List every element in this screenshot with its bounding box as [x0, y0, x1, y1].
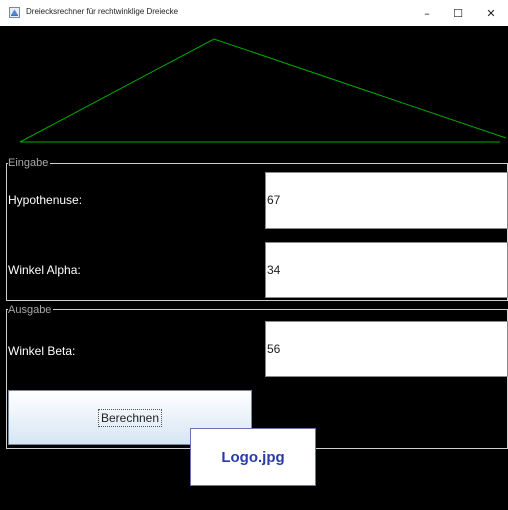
hypotenuse-label: Hypothenuse: [8, 193, 83, 207]
ausgabe-legend: Ausgabe [8, 304, 54, 316]
close-icon: ✕ [486, 6, 496, 20]
java-app-icon [9, 7, 20, 18]
hypotenuse-input[interactable]: 67 [265, 172, 508, 229]
minimize-icon: – [424, 6, 430, 20]
window-title: Dreiecksrechner für rechtwinklige Dreiec… [26, 7, 179, 16]
berechnen-button-label: Berechnen [97, 408, 163, 427]
triangle-canvas [19, 38, 507, 143]
alpha-label: Winkel Alpha: [8, 263, 81, 277]
minimize-button[interactable]: – [410, 0, 444, 26]
maximize-button[interactable]: ☐ [441, 0, 475, 26]
title-bar: Dreiecksrechner für rechtwinklige Dreiec… [0, 0, 508, 26]
beta-label: Winkel Beta: [8, 344, 76, 358]
logo-text: Logo.jpg [221, 448, 285, 466]
content-pane: Eingabe Hypothenuse: 67 Winkel Alpha: 34… [6, 26, 508, 510]
beta-output: 56 [265, 321, 508, 377]
logo-image: Logo.jpg [190, 428, 316, 486]
triangle-shape [19, 38, 507, 143]
close-button[interactable]: ✕ [474, 0, 508, 26]
alpha-input[interactable]: 34 [265, 242, 508, 298]
eingabe-legend: Eingabe [8, 157, 51, 169]
maximize-icon: ☐ [453, 6, 463, 20]
